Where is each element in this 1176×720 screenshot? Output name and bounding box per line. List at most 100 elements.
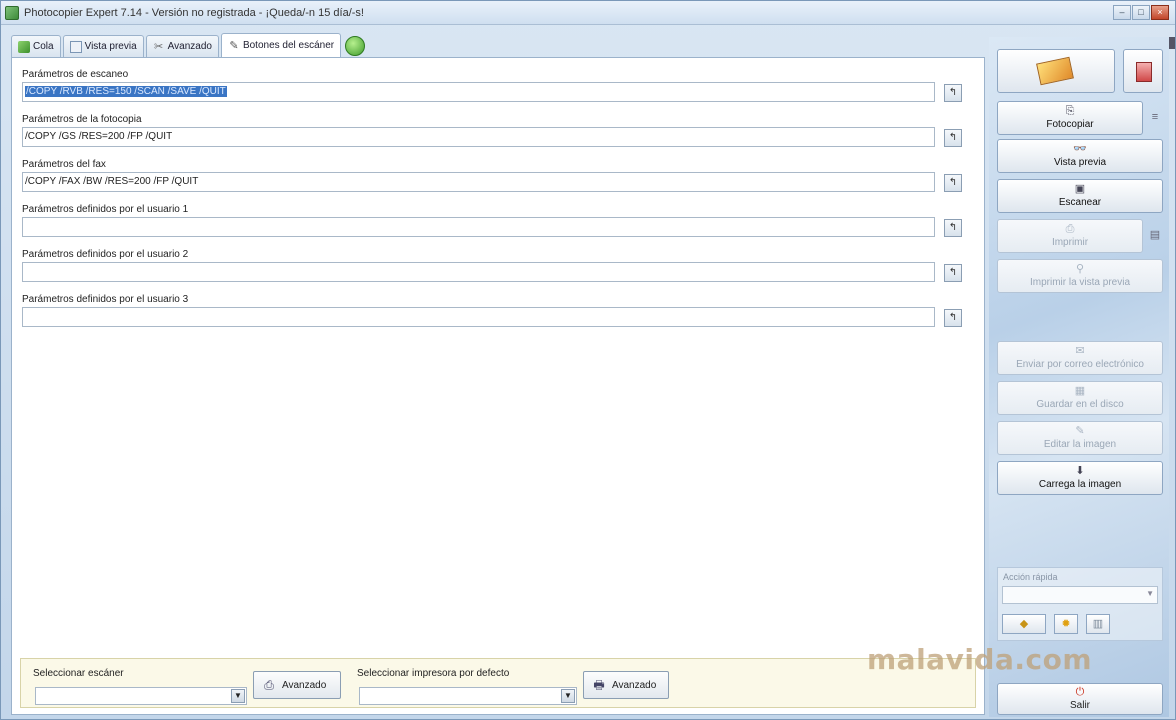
settings-list-icon[interactable]: ≡ (1147, 109, 1163, 125)
param-label: Parámetros definidos por el usuario 3 (22, 294, 189, 305)
user-params-2-help-button[interactable]: ↰ (944, 264, 962, 282)
user-params-1-input[interactable] (22, 217, 935, 237)
chevron-down-icon[interactable]: ▼ (561, 689, 575, 703)
selected-text: /COPY /RVB /RES=150 /SCAN /SAVE /QUIT (25, 86, 227, 97)
quick-action-select[interactable]: ▼ (1002, 586, 1158, 604)
button-label: Carrega la imagen (1038, 479, 1122, 490)
photocopy-params-help-button[interactable]: ↰ (944, 129, 962, 147)
button-label: Enviar por correo electrónico (1016, 359, 1144, 370)
scanner-select[interactable]: ▼ (35, 687, 247, 705)
floppy-icon (1136, 62, 1152, 82)
edit-image-button[interactable]: ✎ Editar la imagen (997, 421, 1163, 455)
scanner-group: Seleccionar escáner (33, 667, 253, 681)
tab-cola[interactable]: Cola (11, 35, 61, 57)
watermark-logo: malavida.com (867, 643, 1092, 676)
printer-select[interactable]: ▼ (359, 687, 577, 705)
pen-icon: ✎ (229, 39, 239, 52)
printer-label: Seleccionar impresora por defecto (357, 668, 510, 679)
tab-label: Cola (33, 41, 54, 52)
chevron-down-icon: ▼ (1146, 589, 1154, 598)
printer-group: Seleccionar impresora por defecto (357, 667, 577, 681)
param-label: Parámetros de la fotocopia (22, 114, 142, 125)
scanner-shortcut-button[interactable] (997, 49, 1115, 93)
tab-botones-del-escaner[interactable]: ✎ Botones del escáner (220, 33, 342, 57)
tab-avanzado[interactable]: ✂ Avanzado (145, 35, 219, 57)
scanner-buttons-panel: Parámetros de escaneo /COPY /RVB /RES=15… (11, 57, 985, 715)
save-icon: ▦ (1074, 385, 1086, 397)
tab-label: Botones del escáner (242, 40, 335, 51)
exit-button[interactable]: ⏻ Salir (997, 683, 1163, 715)
printer-settings-icon[interactable]: ▤ (1147, 227, 1163, 243)
tools-icon: ✂ (154, 40, 164, 53)
param-fax: Parámetros del fax /COPY /FAX /BW /RES=2… (22, 158, 970, 192)
preview-icon: 👓 (1073, 143, 1087, 155)
button-label: Avanzado (282, 679, 327, 691)
tab-strip: Cola Vista previa ✂ Avanzado ✎ Botones d… (11, 33, 366, 57)
scan-button[interactable]: ▣ Escanear (997, 179, 1163, 213)
load-image-button[interactable]: ⬇ Carrega la imagen (997, 461, 1163, 495)
param-label: Parámetros del fax (22, 159, 106, 170)
email-button[interactable]: ✉ Enviar por correo electrónico (997, 341, 1163, 375)
delete-icon[interactable]: ▥ (1086, 614, 1110, 634)
param-label: Parámetros definidos por el usuario 1 (22, 204, 189, 215)
print-preview-button[interactable]: ⚲ Imprimir la vista previa (997, 259, 1163, 293)
param-photocopy: Parámetros de la fotocopia /COPY /GS /RE… (22, 113, 970, 147)
print-button[interactable]: ⎙ Imprimir (997, 219, 1143, 253)
add-tab-icon[interactable] (345, 36, 366, 56)
add-quick-action-button[interactable]: ◆ (1002, 614, 1046, 634)
param-label: Parámetros de escaneo (22, 69, 129, 80)
param-label: Parámetros definidos por el usuario 2 (22, 249, 189, 260)
user-params-1-help-button[interactable]: ↰ (944, 219, 962, 237)
queue-icon (18, 40, 30, 53)
edit-icon: ✎ (1075, 425, 1085, 437)
printer-advanced-button[interactable]: 🖶 Avanzado (583, 671, 669, 699)
user-params-3-help-button[interactable]: ↰ (944, 309, 962, 327)
button-label: Editar la imagen (1043, 439, 1117, 450)
photocopy-button[interactable]: ⎘ Fotocopiar (997, 101, 1143, 135)
tab-vista-previa[interactable]: Vista previa (62, 35, 144, 57)
exit-icon: ⏻ (1075, 686, 1085, 698)
param-user-2: Parámetros definidos por el usuario 2 ↰ (22, 248, 970, 282)
window-title: Photocopier Expert 7.14 - Versión no reg… (24, 6, 364, 19)
scanner-icon: ⎙ (264, 678, 274, 692)
button-label: Vista previa (1053, 157, 1107, 168)
user-params-3-input[interactable] (22, 307, 935, 327)
scan-params-help-button[interactable]: ↰ (944, 84, 962, 102)
scanner-card-icon (1036, 56, 1074, 86)
param-scan: Parámetros de escaneo /COPY /RVB /RES=15… (22, 68, 970, 102)
print-preview-icon: ⚲ (1075, 263, 1085, 275)
scan-params-input[interactable]: /COPY /RVB /RES=150 /SCAN /SAVE /QUIT (22, 82, 935, 102)
button-label: Imprimir (1051, 237, 1089, 248)
settings-icon[interactable]: ✹ (1054, 614, 1078, 634)
preview-icon (69, 40, 82, 53)
scan-icon: ▣ (1074, 183, 1086, 195)
minimize-button[interactable]: – (1113, 5, 1131, 20)
tab-label: Avanzado (167, 41, 212, 52)
button-label: Salir (1069, 700, 1090, 711)
action-sidebar: ⎘ Fotocopiar ≡ 👓 Vista previa ▣ Escanear… (989, 37, 1169, 717)
button-label: Escanear (1058, 197, 1102, 208)
floppy-shortcut-button[interactable] (1123, 49, 1163, 93)
preview-button[interactable]: 👓 Vista previa (997, 139, 1163, 173)
button-label: Imprimir la vista previa (1029, 277, 1131, 288)
photocopy-params-input[interactable]: /COPY /GS /RES=200 /FP /QUIT (22, 127, 935, 147)
app-icon (5, 5, 19, 20)
fax-params-help-button[interactable]: ↰ (944, 174, 962, 192)
maximize-button[interactable]: □ (1132, 5, 1150, 20)
scanner-advanced-button[interactable]: ⎙ Avanzado (253, 671, 341, 699)
print-icon: ⎙ (1065, 223, 1075, 235)
button-label: Guardar en el disco (1036, 399, 1124, 410)
window-controls: – □ × (1113, 5, 1169, 20)
close-button[interactable]: × (1151, 5, 1169, 20)
quick-action-group: Acción rápida ▼ ◆ ✹ ▥ (997, 567, 1163, 641)
fax-params-input[interactable]: /COPY /FAX /BW /RES=200 /FP /QUIT (22, 172, 935, 192)
app-window: Photocopier Expert 7.14 - Versión no reg… (0, 0, 1176, 720)
chevron-down-icon[interactable]: ▼ (231, 689, 245, 703)
photocopy-icon: ⎘ (1065, 105, 1075, 117)
param-user-3: Parámetros definidos por el usuario 3 ↰ (22, 293, 970, 327)
user-params-2-input[interactable] (22, 262, 935, 282)
quick-action-label: Acción rápida (1003, 572, 1058, 582)
title-bar: Photocopier Expert 7.14 - Versión no reg… (1, 1, 1175, 25)
save-to-disk-button[interactable]: ▦ Guardar en el disco (997, 381, 1163, 415)
tab-label: Vista previa (84, 41, 137, 52)
